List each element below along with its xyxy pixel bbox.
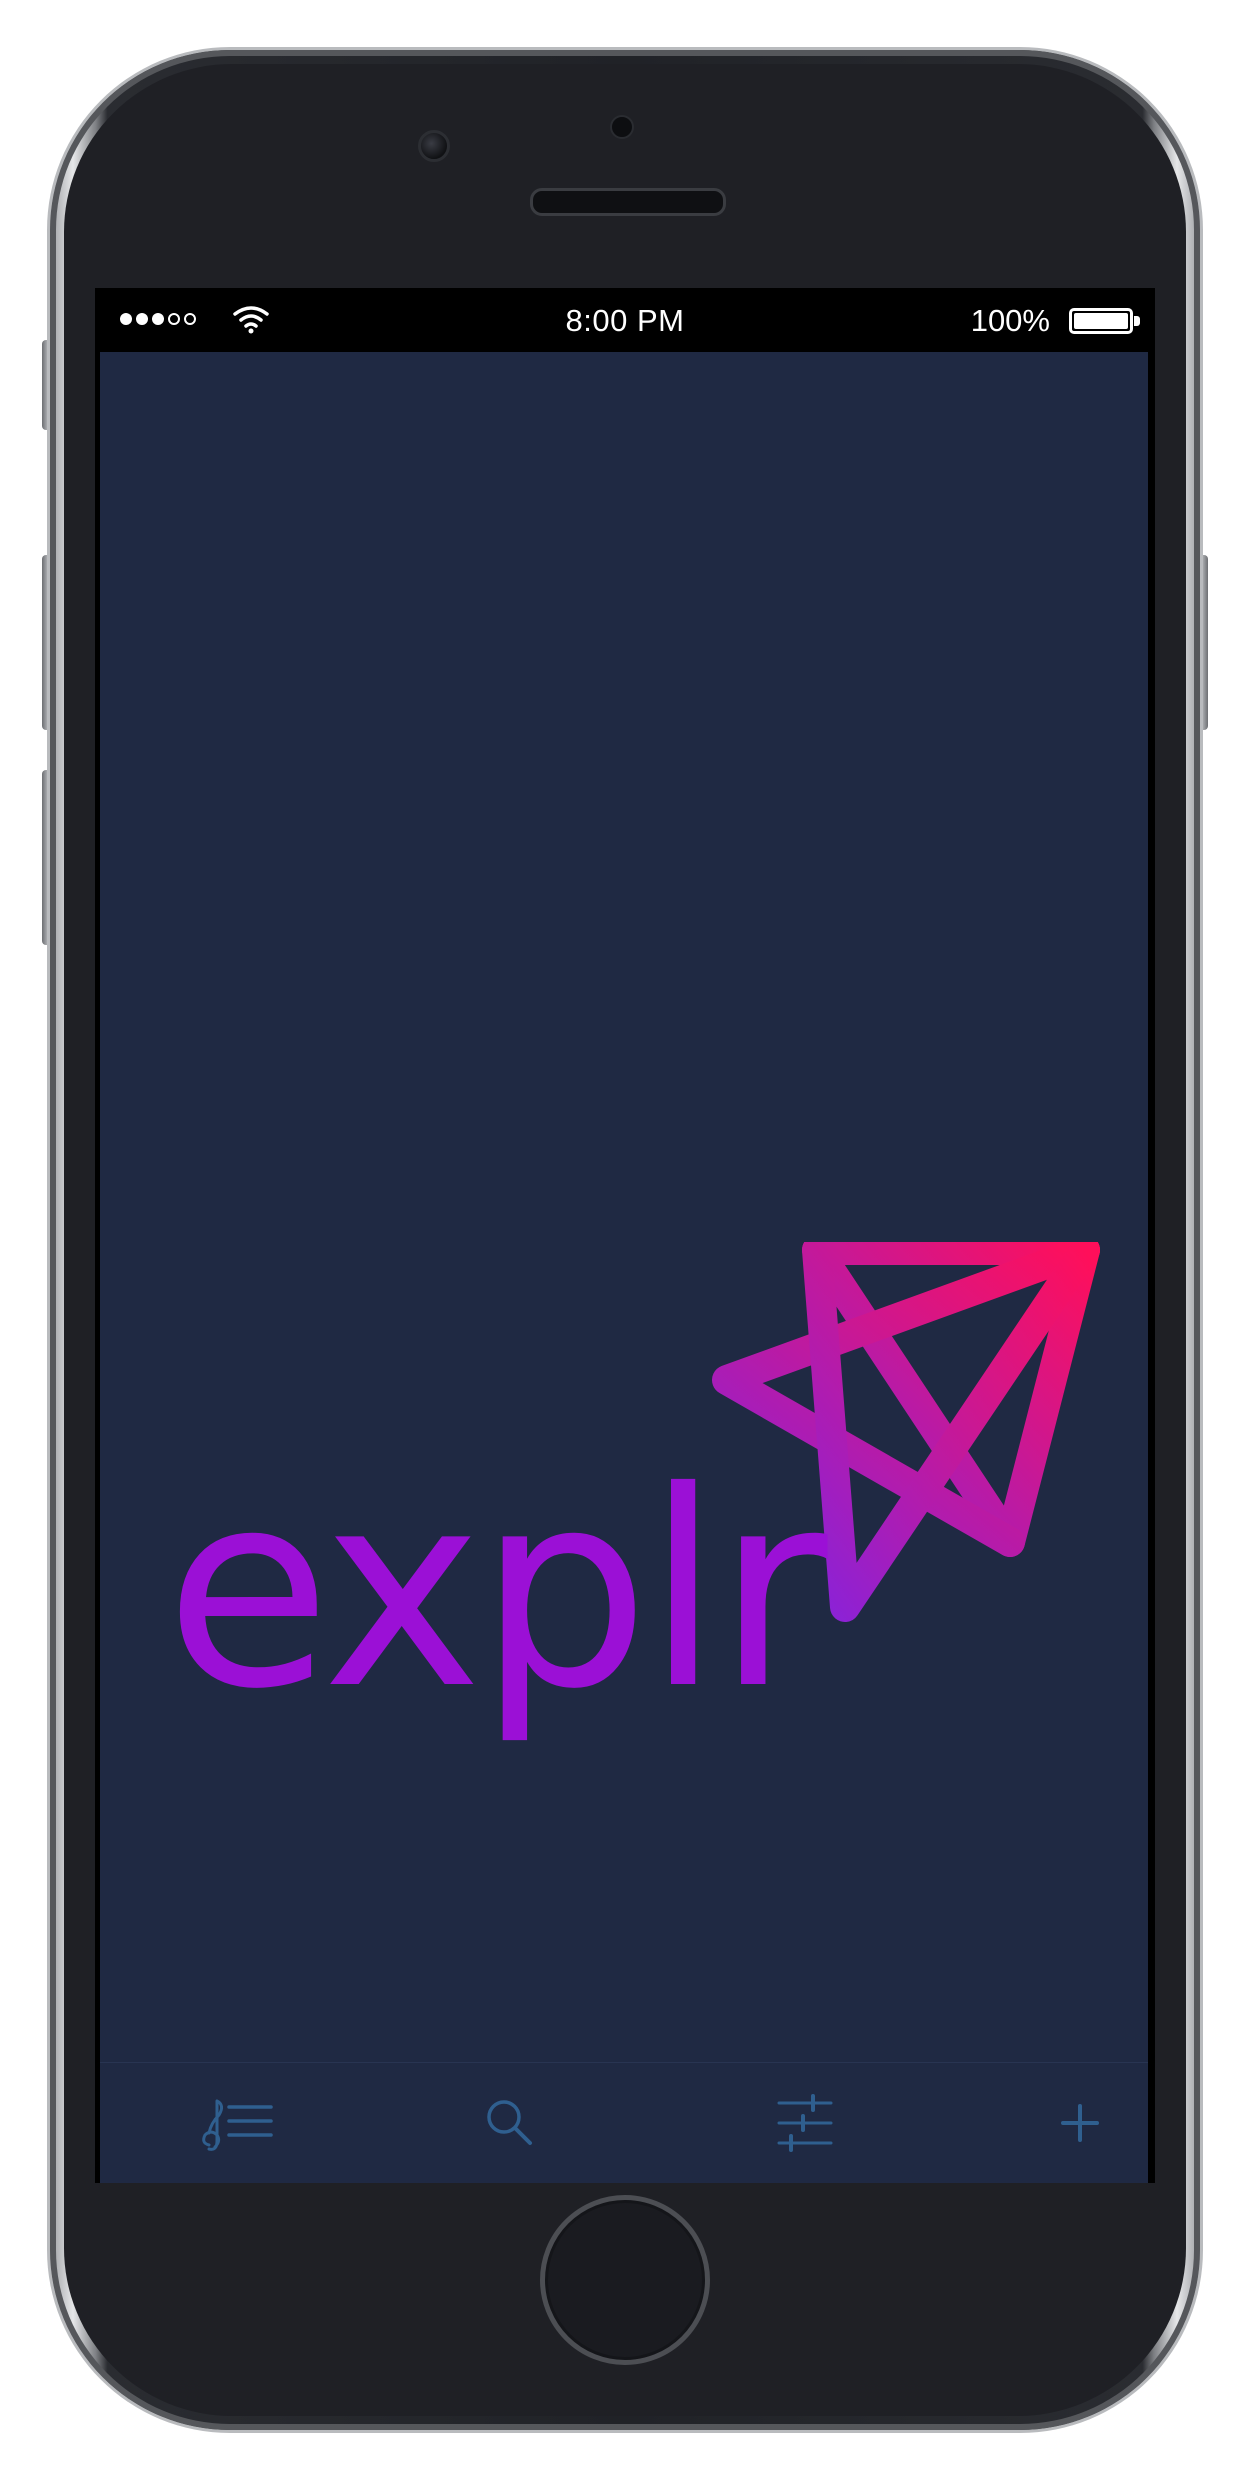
earpiece-speaker [530,188,726,216]
tab-playlist[interactable] [190,2083,280,2163]
battery-tip [1134,316,1140,326]
status-bar: 8:00 PM 100% [95,288,1155,352]
tab-filters[interactable] [760,2083,850,2163]
front-camera [418,130,450,162]
sliders-icon [777,2094,833,2152]
stage: 8:00 PM 100% explr [0,0,1250,2480]
plus-icon [1061,2104,1099,2142]
battery-icon [1069,308,1133,334]
front-sensor [610,115,634,139]
tab-add[interactable] [1035,2083,1125,2163]
battery-percentage: 100% [970,303,1050,338]
home-button[interactable] [540,2195,710,2365]
explr-logo: explr [165,1242,1100,1748]
splash-screen: explr [100,352,1148,2183]
tab-search[interactable] [465,2083,555,2163]
search-icon [487,2100,532,2145]
phone-screen: 8:00 PM 100% explr [95,288,1155,2183]
tab-bar [100,2062,1148,2183]
logo-wordmark: explr [165,1433,830,1748]
music-list-icon [202,2099,273,2151]
